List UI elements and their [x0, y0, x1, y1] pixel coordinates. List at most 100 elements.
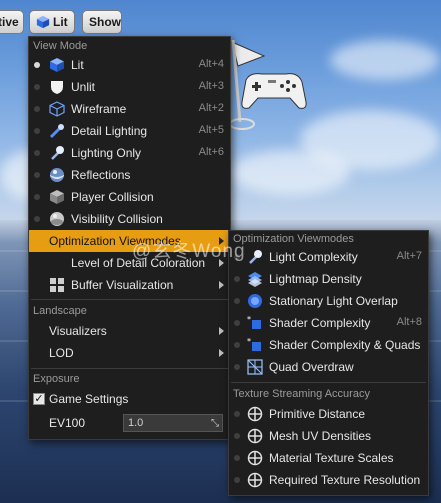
radio-icon	[34, 194, 40, 200]
menu-item-wireframe[interactable]: Wireframe Alt+2	[29, 98, 230, 120]
lit-label: Lit	[53, 15, 68, 29]
menu-item-label: Visibility Collision	[71, 212, 163, 226]
crosshair-icon	[247, 472, 263, 488]
svg-text:*: *	[247, 337, 251, 346]
shortcut-label: Alt+4	[198, 58, 224, 70]
menu-divider	[231, 382, 426, 383]
menu-item-reflections[interactable]: Reflections	[29, 164, 230, 186]
menu-item-lightmap-density[interactable]: Lightmap Density	[229, 268, 428, 290]
radio-icon	[234, 477, 240, 483]
radio-icon	[34, 106, 40, 112]
shortcut-label: Alt+5	[198, 124, 224, 136]
submenu-arrow-icon	[219, 237, 224, 245]
radio-icon	[234, 298, 240, 304]
menu-item-shader-complexity[interactable]: * Shader Complexity Alt+8	[229, 312, 428, 334]
show-button[interactable]: Show	[82, 10, 122, 34]
game-settings-toggle[interactable]: ✓ Game Settings	[29, 388, 230, 410]
menu-item-visibility-collision[interactable]: Visibility Collision	[29, 208, 230, 230]
unlit-shield-icon	[51, 81, 63, 94]
crosshair-icon	[247, 450, 263, 466]
menu-item-label: Shader Complexity & Quads	[269, 338, 421, 352]
menu-item-label: Lightmap Density	[269, 272, 362, 286]
shader-quads-icon: *	[247, 337, 261, 351]
menu-item-quad-overdraw[interactable]: Quad Overdraw	[229, 356, 428, 378]
svg-text:*: *	[247, 315, 251, 324]
radio-icon	[34, 84, 40, 90]
radio-icon	[34, 216, 40, 222]
radio-icon	[234, 276, 240, 282]
lighting-only-icon	[51, 146, 64, 160]
submenu-optimization-viewmodes[interactable]: Optimization Viewmodes	[29, 230, 230, 252]
menu-item-unlit[interactable]: Unlit Alt+3	[29, 76, 230, 98]
exposure-header: Exposure	[33, 373, 80, 385]
detail-lighting-icon	[49, 124, 64, 139]
menu-item-label: Mesh UV Densities	[269, 429, 372, 443]
menu-item-lighting-only[interactable]: Lighting Only Alt+6	[29, 142, 230, 164]
menu-divider	[31, 299, 228, 300]
optimization-viewmodes-submenu: Optimization Viewmodes Light Complexity …	[228, 230, 429, 496]
game-settings-checkbox[interactable]: ✓	[33, 393, 45, 405]
cloud	[330, 40, 440, 80]
menu-item-label: Shader Complexity	[269, 316, 371, 330]
shader-complexity-icon: *	[247, 315, 261, 329]
submenu-buffer-visualization[interactable]: Buffer Visualization	[29, 274, 230, 296]
menu-item-label: Optimization Viewmodes	[49, 234, 181, 248]
menu-item-label: Light Complexity	[269, 250, 358, 264]
light-complexity-icon	[249, 250, 262, 264]
submenu-arrow-icon	[219, 349, 224, 357]
game-settings-label: Game Settings	[49, 392, 129, 406]
menu-item-shader-complexity-quads[interactable]: * Shader Complexity & Quads	[229, 334, 428, 356]
radio-icon	[234, 254, 240, 260]
ev100-input[interactable]: 1.0 ⤡	[123, 414, 223, 432]
submenu-lod[interactable]: LOD	[29, 342, 230, 364]
menu-item-label: Detail Lighting	[71, 124, 148, 138]
radio-icon	[234, 364, 240, 370]
menu-item-label: LOD	[49, 346, 74, 360]
submenu-arrow-icon	[219, 259, 224, 267]
radio-icon	[234, 411, 240, 417]
shortcut-label: Alt+6	[198, 146, 224, 158]
menu-item-label: Quad Overdraw	[269, 360, 354, 374]
menu-item-stationary-light-overlap[interactable]: Stationary Light Overlap	[229, 290, 428, 312]
menu-item-label: Wireframe	[71, 102, 127, 116]
radio-icon	[234, 433, 240, 439]
resize-grip-icon: ⤡	[211, 418, 219, 429]
crosshair-icon	[247, 428, 263, 444]
shortcut-label: Alt+3	[198, 80, 224, 92]
view-mode-lit-button[interactable]: Lit	[29, 10, 75, 34]
radio-icon	[34, 150, 40, 156]
shortcut-label: Alt+8	[396, 316, 422, 328]
submenu-visualizers[interactable]: Visualizers	[29, 320, 230, 342]
menu-item-light-complexity[interactable]: Light Complexity Alt+7	[229, 246, 428, 268]
shortcut-label: Alt+7	[396, 250, 422, 262]
texture-streaming-header: Texture Streaming Accuracy	[233, 388, 370, 400]
perspective-button[interactable]: tive	[0, 10, 24, 34]
menu-item-primitive-distance[interactable]: Primitive Distance	[229, 403, 428, 425]
wireframe-cube-icon	[49, 101, 65, 117]
menu-item-required-texture-resolution[interactable]: Required Texture Resolution	[229, 469, 428, 491]
menu-item-label: Player Collision	[71, 190, 154, 204]
menu-divider	[31, 368, 228, 369]
perspective-label: tive	[0, 15, 19, 29]
radio-icon	[234, 455, 240, 461]
player-collision-icon	[50, 190, 64, 204]
show-label: Show	[89, 15, 121, 29]
radio-icon	[34, 172, 40, 178]
submenu-level-of-detail-coloration[interactable]: Level of Detail Coloration	[29, 252, 230, 274]
menu-item-detail-lighting[interactable]: Detail Lighting Alt+5	[29, 120, 230, 142]
lit-cube-icon	[50, 58, 64, 72]
menu-item-player-collision[interactable]: Player Collision	[29, 186, 230, 208]
menu-item-label: Unlit	[71, 80, 96, 94]
ev100-label: EV100	[49, 416, 86, 430]
visibility-collision-icon	[50, 212, 64, 226]
player-start-controller-icon[interactable]	[228, 36, 310, 132]
menu-item-label: Required Texture Resolution	[269, 473, 421, 487]
menu-item-material-texture-scales[interactable]: Material Texture Scales	[229, 447, 428, 469]
menu-item-label: Lit	[71, 58, 84, 72]
menu-item-label: Reflections	[71, 168, 131, 182]
menu-item-mesh-uv-densities[interactable]: Mesh UV Densities	[229, 425, 428, 447]
lit-cube-icon	[36, 15, 50, 29]
menu-item-lit[interactable]: Lit Alt+4	[29, 54, 230, 76]
shortcut-label: Alt+2	[198, 102, 224, 114]
view-mode-menu: View Mode Lit Alt+4 Unlit Alt+3 Wirefram…	[28, 36, 231, 440]
